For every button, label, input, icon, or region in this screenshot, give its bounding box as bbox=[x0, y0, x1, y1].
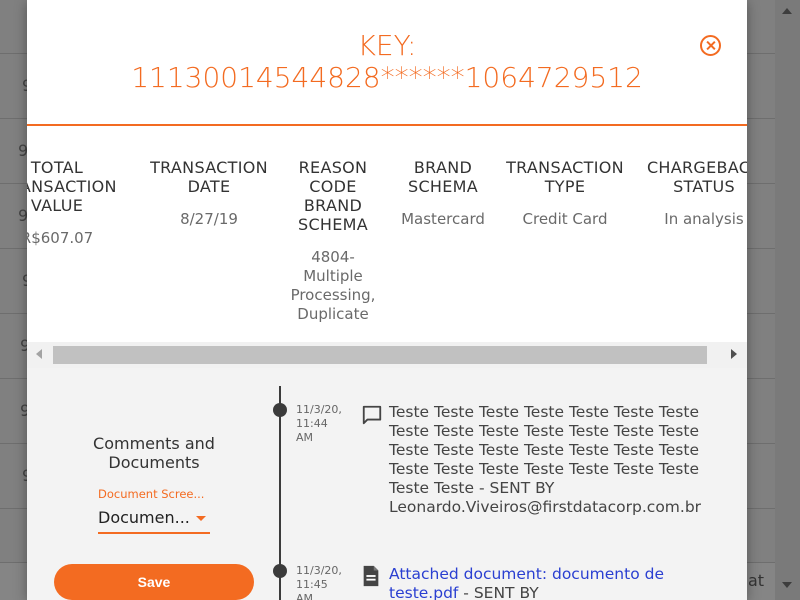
column-reason-code: REASON CODE BRAND SCHEMA 4804- Multiple … bbox=[283, 158, 383, 324]
save-button[interactable]: Save bbox=[54, 564, 254, 600]
attachment-link[interactable]: Attached document: documento de bbox=[389, 565, 714, 584]
attachment-filename-link[interactable]: teste.pdf bbox=[389, 584, 458, 600]
column-header-line: TRANSACTION bbox=[150, 158, 268, 177]
comment-text-line: Teste Teste Teste Teste Teste Teste Test… bbox=[389, 403, 699, 421]
entry-timestamp-line: 11/3/20, bbox=[296, 564, 342, 577]
scroll-right-arrow-icon[interactable] bbox=[731, 349, 737, 359]
column-header-line: STATUS bbox=[673, 177, 735, 196]
page-scrollbar[interactable] bbox=[775, 0, 800, 600]
transaction-table: TOTAL TRANSACTION VALUE R$607.07 TRANSAC… bbox=[27, 128, 747, 342]
comment-text-line: Teste Teste Teste Teste Teste Teste Test… bbox=[389, 441, 699, 459]
timeline-dot bbox=[273, 403, 287, 417]
modal-title: KEY: 11130014544828******1064729512 bbox=[27, 30, 747, 94]
scroll-up-arrow-icon[interactable] bbox=[782, 8, 792, 14]
comments-section: Comments and Documents Document Scree...… bbox=[27, 368, 747, 600]
comment-text-line: Teste Teste - SENT BY bbox=[389, 479, 555, 497]
column-header-line: TRANSACTION bbox=[27, 177, 117, 196]
chargeback-detail-modal: KEY: 11130014544828******1064729512 TOTA… bbox=[27, 0, 747, 600]
comment-text-line: Teste Teste Teste Teste Teste Teste Test… bbox=[389, 422, 699, 440]
column-total-transaction-value: TOTAL TRANSACTION VALUE R$607.07 bbox=[27, 158, 117, 248]
column-header-line: TRANSACTION bbox=[506, 158, 624, 177]
comments-title-line: Documents bbox=[108, 453, 200, 472]
document-type-select-value: Documen... bbox=[98, 508, 190, 527]
close-icon[interactable] bbox=[700, 35, 721, 56]
entry-timestamp-line: AM bbox=[296, 431, 314, 444]
modal-header: KEY: 11130014544828******1064729512 bbox=[27, 0, 747, 126]
scrollbar-thumb[interactable] bbox=[53, 346, 707, 364]
column-brand-schema: BRAND SCHEMA Mastercard bbox=[393, 158, 493, 229]
column-header: TOTAL TRANSACTION VALUE bbox=[27, 158, 117, 215]
comments-title-line: Comments and bbox=[93, 434, 215, 453]
column-header: CHARGEBACK STATUS bbox=[641, 158, 747, 196]
column-header: REASON CODE BRAND SCHEMA bbox=[283, 158, 383, 234]
column-header-line: CHARGEBACK bbox=[646, 158, 747, 177]
entry-timestamp-line: 11:45 bbox=[296, 578, 328, 591]
column-header: TRANSACTION TYPE bbox=[503, 158, 627, 196]
column-value-line: Credit Card bbox=[522, 210, 608, 228]
entry-timestamp: 11/3/20, 11:45 AM bbox=[296, 564, 342, 600]
column-header-line: CODE bbox=[309, 177, 357, 196]
entry-timestamp-line: 11:44 bbox=[296, 417, 328, 430]
modal-title-key: 11130014544828******1064729512 bbox=[131, 61, 643, 94]
attachment-line2: teste.pdf - SENT BY bbox=[389, 584, 714, 600]
column-header: BRAND SCHEMA bbox=[393, 158, 493, 196]
column-value: 4804- Multiple Processing, Duplicate bbox=[283, 248, 383, 324]
document-icon bbox=[363, 565, 379, 587]
column-transaction-date: TRANSACTION DATE 8/27/19 bbox=[147, 158, 271, 229]
column-header-line: SCHEMA bbox=[407, 177, 479, 196]
attachment-entry: Attached document: documento de teste.pd… bbox=[389, 565, 714, 600]
scroll-left-arrow-icon[interactable] bbox=[36, 349, 42, 359]
scroll-down-arrow-icon[interactable] bbox=[782, 582, 792, 588]
comments-title: Comments and Documents bbox=[79, 434, 229, 472]
comment-text-line: Leonardo.Viveiros@firstdatacorp.com.br bbox=[389, 498, 702, 516]
column-header-line: DATE bbox=[187, 177, 231, 196]
column-header-line: SCHEMA bbox=[297, 215, 369, 234]
comment-icon bbox=[362, 405, 382, 425]
table-horizontal-scrollbar[interactable] bbox=[27, 342, 747, 368]
caret-down-icon bbox=[196, 516, 206, 521]
column-value-line: 8/27/19 bbox=[180, 210, 238, 228]
column-value-line: Mastercard bbox=[401, 210, 485, 228]
column-transaction-type: TRANSACTION TYPE Credit Card bbox=[503, 158, 627, 229]
entry-timestamp-line: AM bbox=[296, 592, 314, 600]
column-value-line: Multiple bbox=[303, 267, 363, 285]
document-screen-label: Document Scree... bbox=[98, 487, 205, 501]
column-header-line: BRAND bbox=[413, 158, 473, 177]
entry-timestamp: 11/3/20, 11:44 AM bbox=[296, 403, 342, 445]
column-value-line: R$607.07 bbox=[27, 229, 94, 247]
column-header-line: VALUE bbox=[30, 196, 84, 215]
column-header-line: REASON bbox=[298, 158, 368, 177]
comment-text-line: Teste Teste Teste Teste Teste Teste Test… bbox=[389, 460, 699, 478]
column-header: TRANSACTION DATE bbox=[147, 158, 271, 196]
background-footer-text: at bbox=[748, 571, 765, 590]
column-value-line: 4804- bbox=[311, 248, 355, 266]
column-chargeback-status: CHARGEBACK STATUS In analysis bbox=[641, 158, 747, 229]
column-value: Credit Card bbox=[503, 210, 627, 229]
column-value-line: Duplicate bbox=[297, 305, 369, 323]
column-header-line: TOTAL bbox=[30, 158, 84, 177]
modal-title-label: KEY: bbox=[357, 29, 417, 62]
column-value-line: Processing, bbox=[290, 286, 376, 304]
column-value: 8/27/19 bbox=[147, 210, 271, 229]
comment-text: Teste Teste Teste Teste Teste Teste Test… bbox=[389, 403, 714, 517]
entry-timestamp-line: 11/3/20, bbox=[296, 403, 342, 416]
column-value: In analysis bbox=[641, 210, 747, 229]
timeline-dot bbox=[273, 564, 287, 578]
column-value: Mastercard bbox=[393, 210, 493, 229]
attachment-sent-by: - SENT BY bbox=[458, 584, 539, 600]
column-value: R$607.07 bbox=[27, 229, 115, 248]
column-header-line: TYPE bbox=[544, 177, 586, 196]
document-type-select[interactable]: Documen... bbox=[98, 506, 210, 534]
column-header-line: BRAND bbox=[303, 196, 363, 215]
column-value-line: In analysis bbox=[664, 210, 744, 228]
